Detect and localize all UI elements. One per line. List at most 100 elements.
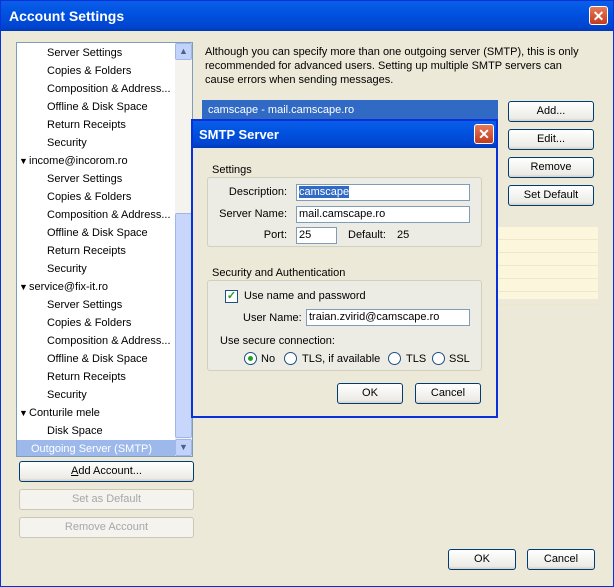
tree-account-node[interactable]: ▼income@incorom.ro	[17, 152, 128, 170]
window-title: Account Settings	[9, 8, 125, 24]
tree-item-label: Server Settings	[47, 47, 123, 59]
dialog-title-bar: SMTP Server ✕	[193, 121, 496, 148]
tree-item[interactable]: Return Receipts	[17, 368, 126, 386]
tree-scrollbar[interactable]: ▲ ▼	[175, 43, 192, 456]
remove-account-button[interactable]: Remove Account	[19, 517, 194, 538]
tree-item-label: Security	[47, 389, 87, 401]
tree-account-node[interactable]: ▼Conturile mele	[17, 404, 100, 422]
tree-item[interactable]: Security	[17, 386, 87, 404]
account-tree: Server Settings Copies & Folders Compositi…	[16, 42, 193, 457]
security-group-label: Security and Authentication	[212, 267, 346, 279]
dialog-cancel-button[interactable]: Cancel	[415, 383, 481, 404]
radio-no-label: No	[261, 353, 276, 365]
tree-item[interactable]: Copies & Folders	[17, 314, 131, 332]
use-name-label: Use name and password	[244, 290, 366, 302]
settings-group-label: Settings	[212, 164, 252, 176]
radio-tls-if-available-label: TLS, if available	[302, 353, 381, 365]
scroll-thumb[interactable]	[175, 213, 192, 438]
server-name-field[interactable]: mail.camscape.ro	[296, 206, 470, 223]
radio-tls-label: TLS	[406, 353, 427, 365]
expand-arrow-icon[interactable]: ▼	[19, 278, 29, 296]
server-name-label: Server Name:	[219, 208, 287, 220]
tree-item-label: Composition & Address...	[47, 209, 171, 221]
expand-arrow-icon[interactable]: ▼	[19, 404, 29, 422]
port-label: Port:	[263, 229, 287, 241]
description-field[interactable]: camscape	[296, 184, 470, 201]
smtp-server-list-item[interactable]: camscape - mail.camscape.ro	[202, 100, 498, 120]
port-field[interactable]: 25	[296, 227, 337, 244]
tree-item-label: Composition & Address...	[47, 83, 171, 95]
tree-item[interactable]: Security	[17, 260, 87, 278]
tree-item-label: Copies & Folders	[47, 317, 132, 329]
tree-item[interactable]: Return Receipts	[17, 242, 126, 260]
tree-item-label: Offline & Disk Space	[47, 227, 148, 239]
radio-tls[interactable]	[388, 352, 401, 365]
title-bar: Account Settings ✕	[1, 1, 613, 31]
account-settings-window: Account Settings ✕ Server Settings Copies…	[0, 0, 614, 587]
tree-item-label: Conturile mele	[29, 407, 100, 419]
tree-item[interactable]: Server Settings	[17, 296, 122, 314]
tree-item[interactable]: Return Receipts	[17, 116, 126, 134]
dialog-ok-button[interactable]: OK	[337, 383, 403, 404]
tree-item-label: Copies & Folders	[47, 65, 132, 77]
user-name-label: User Name:	[243, 312, 302, 324]
tree-item-label: Disk Space	[47, 425, 103, 437]
tree-item-label: Outgoing Server (SMTP)	[31, 443, 153, 455]
radio-tls-if-available[interactable]	[284, 352, 297, 365]
tree-item-label: Security	[47, 263, 87, 275]
tree-item[interactable]: Offline & Disk Space	[17, 98, 148, 116]
tree-item[interactable]: Security	[17, 134, 87, 152]
tree-item-label: Offline & Disk Space	[47, 101, 148, 113]
tree-item-label: Security	[47, 137, 87, 149]
secure-connection-label: Use secure connection:	[220, 335, 335, 347]
tree-item-label: Composition & Address...	[47, 335, 171, 347]
tree-item-label: Return Receipts	[47, 371, 126, 383]
tree-item-outgoing-server[interactable]: Outgoing Server (SMTP)	[17, 440, 189, 456]
default-port-label: Default:	[348, 229, 386, 241]
smtp-description: Although you can specify more than one o…	[205, 46, 579, 86]
cancel-button[interactable]: Cancel	[527, 549, 595, 570]
tree-account-node[interactable]: ▼service@fix-it.ro	[17, 278, 108, 296]
tree-item-label: income@incorom.ro	[29, 155, 128, 167]
tree-item[interactable]: Offline & Disk Space	[17, 350, 148, 368]
description-value: camscape	[299, 186, 350, 198]
expand-arrow-icon[interactable]: ▼	[19, 152, 29, 170]
remove-server-button[interactable]: Remove	[508, 157, 594, 178]
tree-item-label: Server Settings	[47, 173, 123, 185]
tree-item-label: Return Receipts	[47, 119, 126, 131]
set-default-button[interactable]: Set Default	[508, 185, 594, 206]
server-details-panel	[498, 227, 598, 305]
add-server-button[interactable]: Add...	[508, 101, 594, 122]
tree-item[interactable]: Copies & Folders	[17, 188, 131, 206]
use-name-checkbox[interactable]: ✓	[225, 290, 238, 303]
scroll-up-icon[interactable]: ▲	[175, 43, 192, 60]
tree-item[interactable]: Server Settings	[17, 170, 122, 188]
close-icon[interactable]: ✕	[589, 6, 608, 25]
dialog-title: SMTP Server	[199, 127, 279, 142]
tree-item-label: Offline & Disk Space	[47, 353, 148, 365]
smtp-server-dialog: SMTP Server ✕ Settings Description: cams…	[191, 119, 498, 418]
tree-item-label: Server Settings	[47, 299, 123, 311]
add-account-label: dd Account...	[78, 465, 142, 477]
set-as-default-button[interactable]: Set as Default	[19, 489, 194, 510]
tree-item[interactable]: Offline & Disk Space	[17, 224, 148, 242]
tree-item[interactable]: Server Settings	[17, 44, 122, 62]
tree-item[interactable]: Composition & Address...	[17, 80, 171, 98]
tree-item[interactable]: Disk Space	[17, 422, 103, 440]
user-name-field[interactable]: traian.zvirid@camscape.ro	[306, 309, 470, 326]
ok-button[interactable]: OK	[448, 549, 516, 570]
tree-item[interactable]: Copies & Folders	[17, 62, 131, 80]
add-account-button[interactable]: Add Account...	[19, 461, 194, 482]
dialog-close-icon[interactable]: ✕	[474, 124, 494, 144]
scroll-down-icon[interactable]: ▼	[175, 439, 192, 456]
radio-ssl-label: SSL	[449, 353, 470, 365]
tree-item-label: service@fix-it.ro	[29, 281, 109, 293]
radio-ssl[interactable]	[432, 352, 445, 365]
default-port-value: 25	[397, 229, 410, 241]
tree-item[interactable]: Composition & Address...	[17, 206, 171, 224]
radio-no[interactable]	[244, 352, 257, 365]
tree-item[interactable]: Composition & Address...	[17, 332, 171, 350]
edit-server-button[interactable]: Edit...	[508, 129, 594, 150]
tree-item-label: Copies & Folders	[47, 191, 132, 203]
tree-item-label: Return Receipts	[47, 245, 126, 257]
